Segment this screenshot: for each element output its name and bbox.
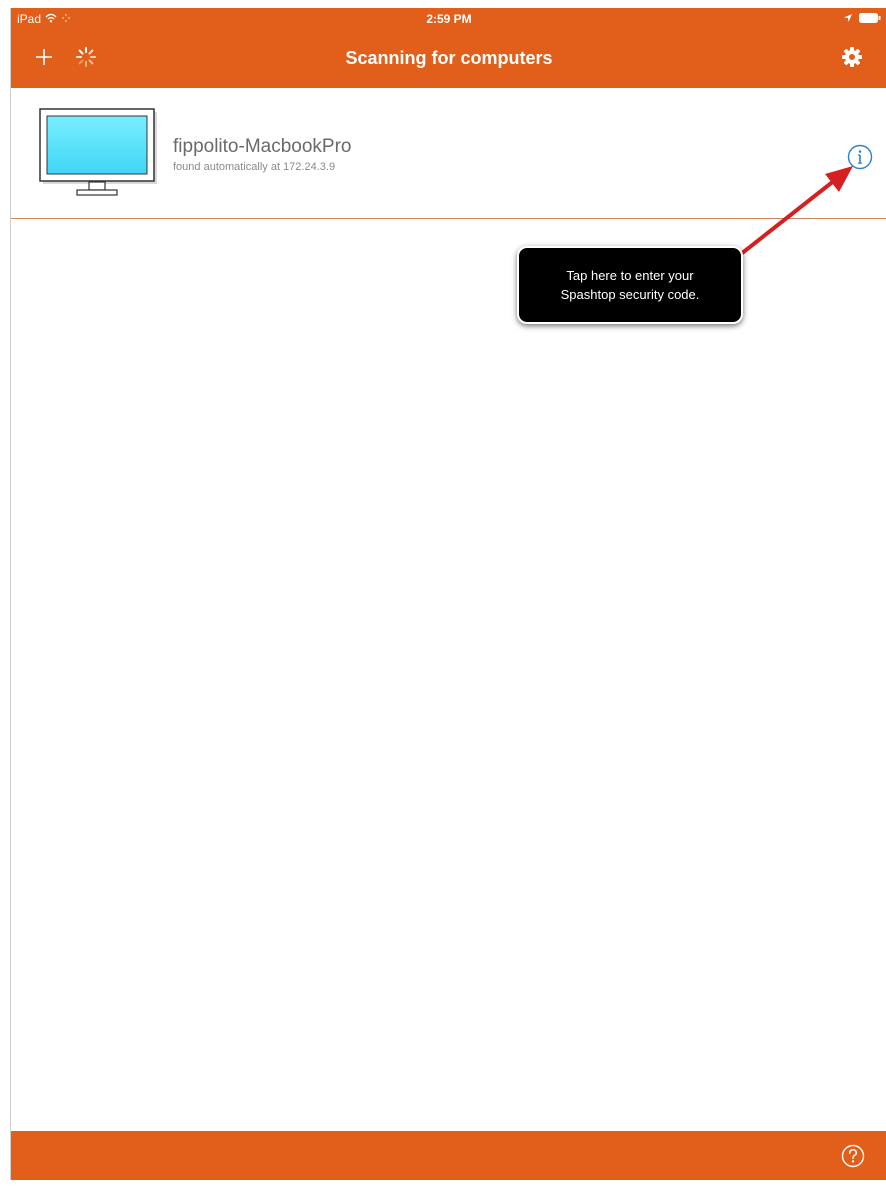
settings-button[interactable]: [837, 44, 867, 74]
computer-name: fippolito-MacbookPro: [173, 136, 352, 157]
arrow-annotation: [739, 166, 853, 256]
page-title: Scanning for computers: [345, 48, 553, 68]
status-time: 2:59 PM: [426, 12, 472, 26]
nav-bar: Scanning for computers: [11, 42, 886, 78]
top-bar: iPad 2:59 PM Scanning for computers: [11, 8, 886, 88]
status-bar: iPad 2:59 PM: [11, 8, 886, 30]
computer-detail: found automatically at 172.24.3.9: [173, 161, 336, 173]
tooltip-callout: Tap here to enter your Spashtop security…: [517, 246, 743, 324]
app-window: iPad 2:59 PM Scanning for computers fipp…: [10, 8, 886, 1180]
callout-line-1: Tap here to enter your: [566, 268, 694, 283]
help-button[interactable]: [841, 1144, 865, 1168]
gear-icon: [841, 46, 863, 73]
callout-line-2: Spashtop security code.: [560, 287, 700, 302]
help-icon: [841, 1144, 865, 1172]
battery-icon: [859, 12, 881, 26]
status-right: [843, 12, 881, 26]
location-icon: [843, 12, 853, 26]
bottom-bar: [11, 1131, 886, 1180]
monitor-icon: [39, 108, 159, 205]
